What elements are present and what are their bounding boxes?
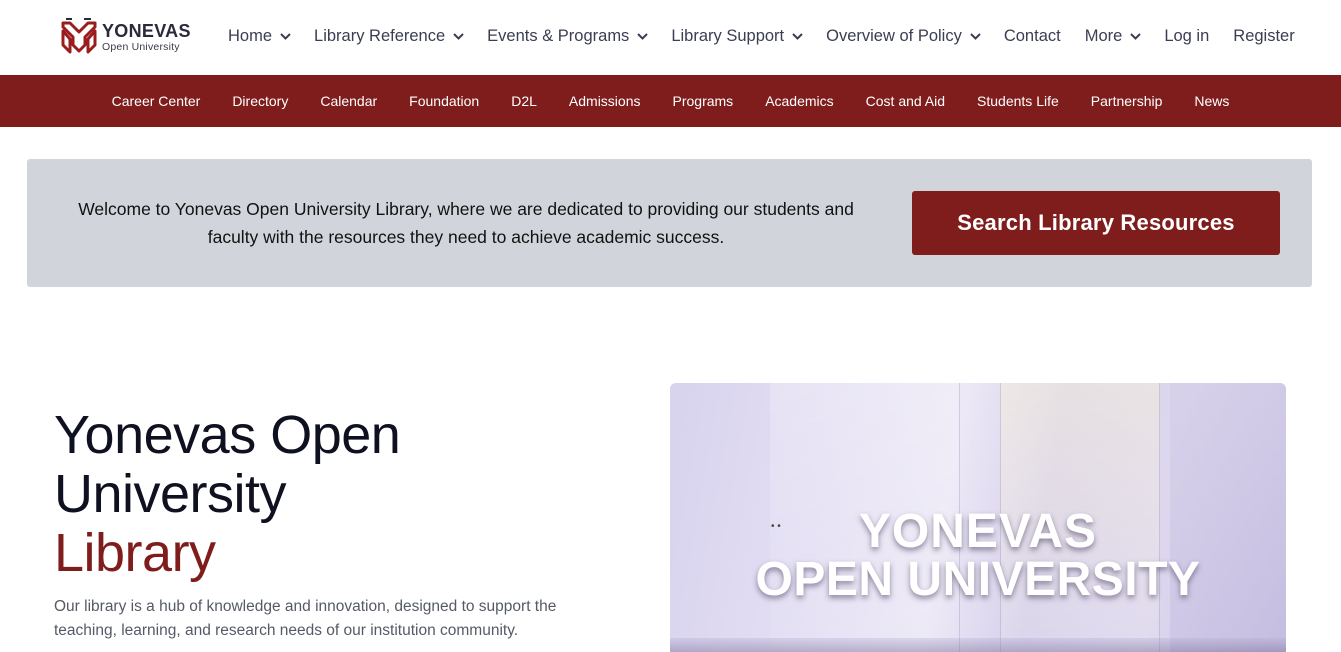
nav-label: More — [1084, 26, 1123, 45]
chevron-down-icon — [280, 32, 291, 40]
hero-image-overlay-text: YONEVAS OPEN UNIVERSITY — [670, 508, 1286, 604]
hero-video-image[interactable]: • • YONEVAS OPEN UNIVERSITY — [670, 383, 1286, 652]
hero-description: Our library is a hub of knowledge and in… — [54, 598, 557, 639]
subnav-d2l[interactable]: D2L — [495, 93, 553, 109]
secondary-nav: Career Center Directory Calendar Foundat… — [0, 75, 1341, 127]
search-library-resources-button[interactable]: Search Library Resources — [912, 191, 1280, 255]
brand-subtitle: Open University — [102, 40, 180, 53]
main-nav: Home Library Reference Events & Programs… — [228, 0, 1319, 72]
subnav-news[interactable]: News — [1178, 93, 1245, 109]
overlay-line2: OPEN UNIVERSITY — [755, 553, 1201, 606]
chevron-down-icon — [637, 32, 649, 40]
nav-register[interactable]: Register — [1233, 27, 1294, 46]
nav-overview-of-policy[interactable]: Overview of Policy — [826, 27, 981, 46]
nav-library-reference[interactable]: Library Reference — [314, 27, 464, 46]
nav-events-programs[interactable]: Events & Programs — [487, 26, 649, 46]
subnav-students-life[interactable]: Students Life — [961, 93, 1075, 109]
subnav-foundation[interactable]: Foundation — [393, 93, 495, 109]
nav-more[interactable]: More — [1085, 27, 1142, 46]
hero-title-line2: University — [54, 464, 287, 524]
chevron-down-icon — [453, 32, 464, 40]
chevron-down-icon — [970, 32, 981, 40]
hero-title-line1: Yonevas Open — [54, 405, 401, 465]
subnav-cost-and-aid[interactable]: Cost and Aid — [850, 93, 961, 109]
hero-title-accent: Library — [54, 523, 216, 583]
subnav-career-center[interactable]: Career Center — [96, 93, 217, 109]
top-header: YONEVAS Open University Home Library Ref… — [0, 0, 1341, 75]
brand-name: YONEVAS — [102, 20, 191, 41]
chevron-down-icon — [792, 32, 803, 40]
nav-label: Events & Programs — [487, 26, 630, 45]
subnav-calendar[interactable]: Calendar — [304, 93, 393, 109]
image-floor — [670, 638, 1286, 652]
welcome-banner: Welcome to Yonevas Open University Libra… — [27, 159, 1312, 287]
nav-log-in[interactable]: Log in — [1164, 27, 1209, 46]
chevron-down-icon — [1130, 32, 1142, 40]
nav-label: Contact — [1003, 26, 1061, 45]
subnav-partnership[interactable]: Partnership — [1075, 93, 1179, 109]
subnav-academics[interactable]: Academics — [749, 93, 849, 109]
logo-shield-icon — [61, 18, 97, 54]
nav-label: Log in — [1164, 26, 1210, 45]
nav-label: Library Reference — [314, 26, 446, 45]
nav-label: Overview of Policy — [826, 26, 962, 45]
nav-label: Library Support — [671, 26, 785, 45]
hero-title: Yonevas Open University Library — [54, 406, 614, 583]
overlay-line1: YONEVAS — [858, 505, 1098, 558]
nav-label: Register — [1233, 26, 1295, 45]
nav-home[interactable]: Home — [228, 27, 291, 46]
subnav-directory[interactable]: Directory — [216, 93, 304, 109]
nav-contact[interactable]: Contact — [1004, 27, 1061, 46]
brand-logo[interactable]: YONEVAS Open University — [60, 17, 191, 57]
subnav-admissions[interactable]: Admissions — [553, 93, 657, 109]
subnav-programs[interactable]: Programs — [657, 93, 750, 109]
nav-label: Home — [228, 26, 273, 45]
nav-library-support[interactable]: Library Support — [671, 27, 803, 46]
welcome-text: Welcome to Yonevas Open University Libra… — [78, 199, 854, 247]
